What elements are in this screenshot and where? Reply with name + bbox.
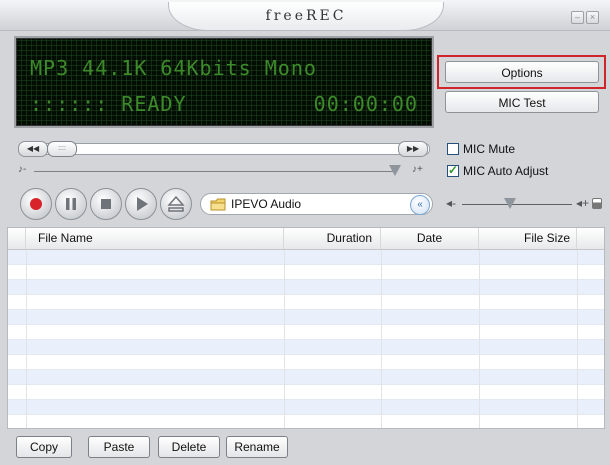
mic-volume-thumb[interactable]	[504, 198, 516, 209]
header-file-name[interactable]: File Name	[26, 228, 284, 249]
column-divider	[577, 250, 578, 428]
table-row[interactable]	[8, 370, 604, 385]
close-icon[interactable]: ×	[586, 11, 599, 24]
speaker-high-icon: ♪+	[412, 164, 423, 175]
options-button[interactable]: Options	[445, 61, 599, 83]
status-text: READY	[121, 92, 187, 116]
stop-icon	[101, 199, 111, 209]
title-tab: freeREC	[168, 2, 444, 31]
status-readout: :::::: READY	[30, 92, 187, 116]
stop-button[interactable]	[90, 188, 122, 220]
paste-button[interactable]: Paste	[88, 436, 150, 458]
mic-auto-adjust-checkbox[interactable]	[447, 163, 459, 177]
rename-button[interactable]: Rename	[226, 436, 288, 458]
window-title: freeREC	[265, 8, 347, 24]
fast-forward-icon[interactable]: ▶▶	[398, 141, 428, 157]
mic-mute-label[interactable]: MIC Mute	[463, 142, 515, 156]
header-duration[interactable]: Duration	[284, 228, 381, 249]
copy-button[interactable]: Copy	[16, 436, 72, 458]
header-date[interactable]: Date	[381, 228, 479, 249]
mic-volume-track[interactable]	[462, 204, 572, 205]
pause-icon	[66, 198, 76, 210]
header-file-size[interactable]: File Size	[479, 228, 577, 249]
column-divider	[26, 250, 27, 428]
playback-volume-track[interactable]	[34, 171, 396, 172]
seek-track[interactable]	[18, 143, 430, 155]
chevron-double-left-icon[interactable]: «	[410, 195, 430, 215]
rewind-icon[interactable]: ◀◀	[18, 141, 48, 157]
table-header: File Name Duration Date File Size	[8, 228, 604, 250]
record-button[interactable]	[20, 188, 52, 220]
table-row[interactable]	[8, 355, 604, 370]
folder-icon	[210, 198, 226, 211]
table-row[interactable]	[8, 400, 604, 415]
seek-thumb[interactable]: ::::	[47, 141, 77, 157]
table-row[interactable]	[8, 385, 604, 400]
eject-icon	[167, 195, 185, 212]
eject-button[interactable]	[160, 188, 192, 220]
header-spacer	[8, 228, 26, 249]
table-row[interactable]	[8, 340, 604, 355]
mic-test-button[interactable]: MIC Test	[445, 91, 599, 113]
speaker-low-icon: ♪-	[18, 164, 27, 175]
table-row[interactable]	[8, 280, 604, 295]
lcd-display: MP3 44.1K 64Kbits Mono :::::: READY 00:0…	[14, 36, 434, 128]
table-row[interactable]	[8, 250, 604, 265]
mic-volume-low-icon: ◂-	[446, 196, 457, 210]
folder-name: IPEVO Audio	[231, 197, 302, 211]
table-row[interactable]	[8, 310, 604, 325]
format-readout: MP3 44.1K 64Kbits Mono	[30, 56, 317, 80]
title-bar[interactable]: freeREC – ×	[0, 0, 610, 31]
level-meter-icon[interactable]	[592, 198, 602, 209]
table-row[interactable]	[8, 325, 604, 340]
table-body	[8, 250, 604, 428]
record-icon	[30, 198, 42, 210]
play-icon	[137, 197, 148, 211]
table-row[interactable]	[8, 265, 604, 280]
play-button[interactable]	[125, 188, 157, 220]
time-readout: 00:00:00	[313, 92, 418, 116]
mic-auto-adjust-label[interactable]: MIC Auto Adjust	[463, 164, 548, 178]
file-table[interactable]: File Name Duration Date File Size	[7, 227, 605, 429]
pause-button[interactable]	[55, 188, 87, 220]
table-row[interactable]	[8, 415, 604, 428]
mic-mute-checkbox[interactable]	[447, 143, 459, 155]
delete-button[interactable]: Delete	[158, 436, 220, 458]
minimize-icon[interactable]: –	[571, 11, 584, 24]
status-dots: ::::::	[30, 92, 109, 116]
column-divider	[381, 250, 382, 428]
folder-select[interactable]: IPEVO Audio «	[200, 193, 433, 215]
freerec-window: freeREC – × MP3 44.1K 64Kbits Mono :::::…	[0, 0, 610, 465]
playback-volume-thumb[interactable]	[389, 165, 401, 176]
mic-volume-high-icon: ◂+	[576, 196, 590, 210]
column-divider	[284, 250, 285, 428]
table-row[interactable]	[8, 295, 604, 310]
column-divider	[479, 250, 480, 428]
